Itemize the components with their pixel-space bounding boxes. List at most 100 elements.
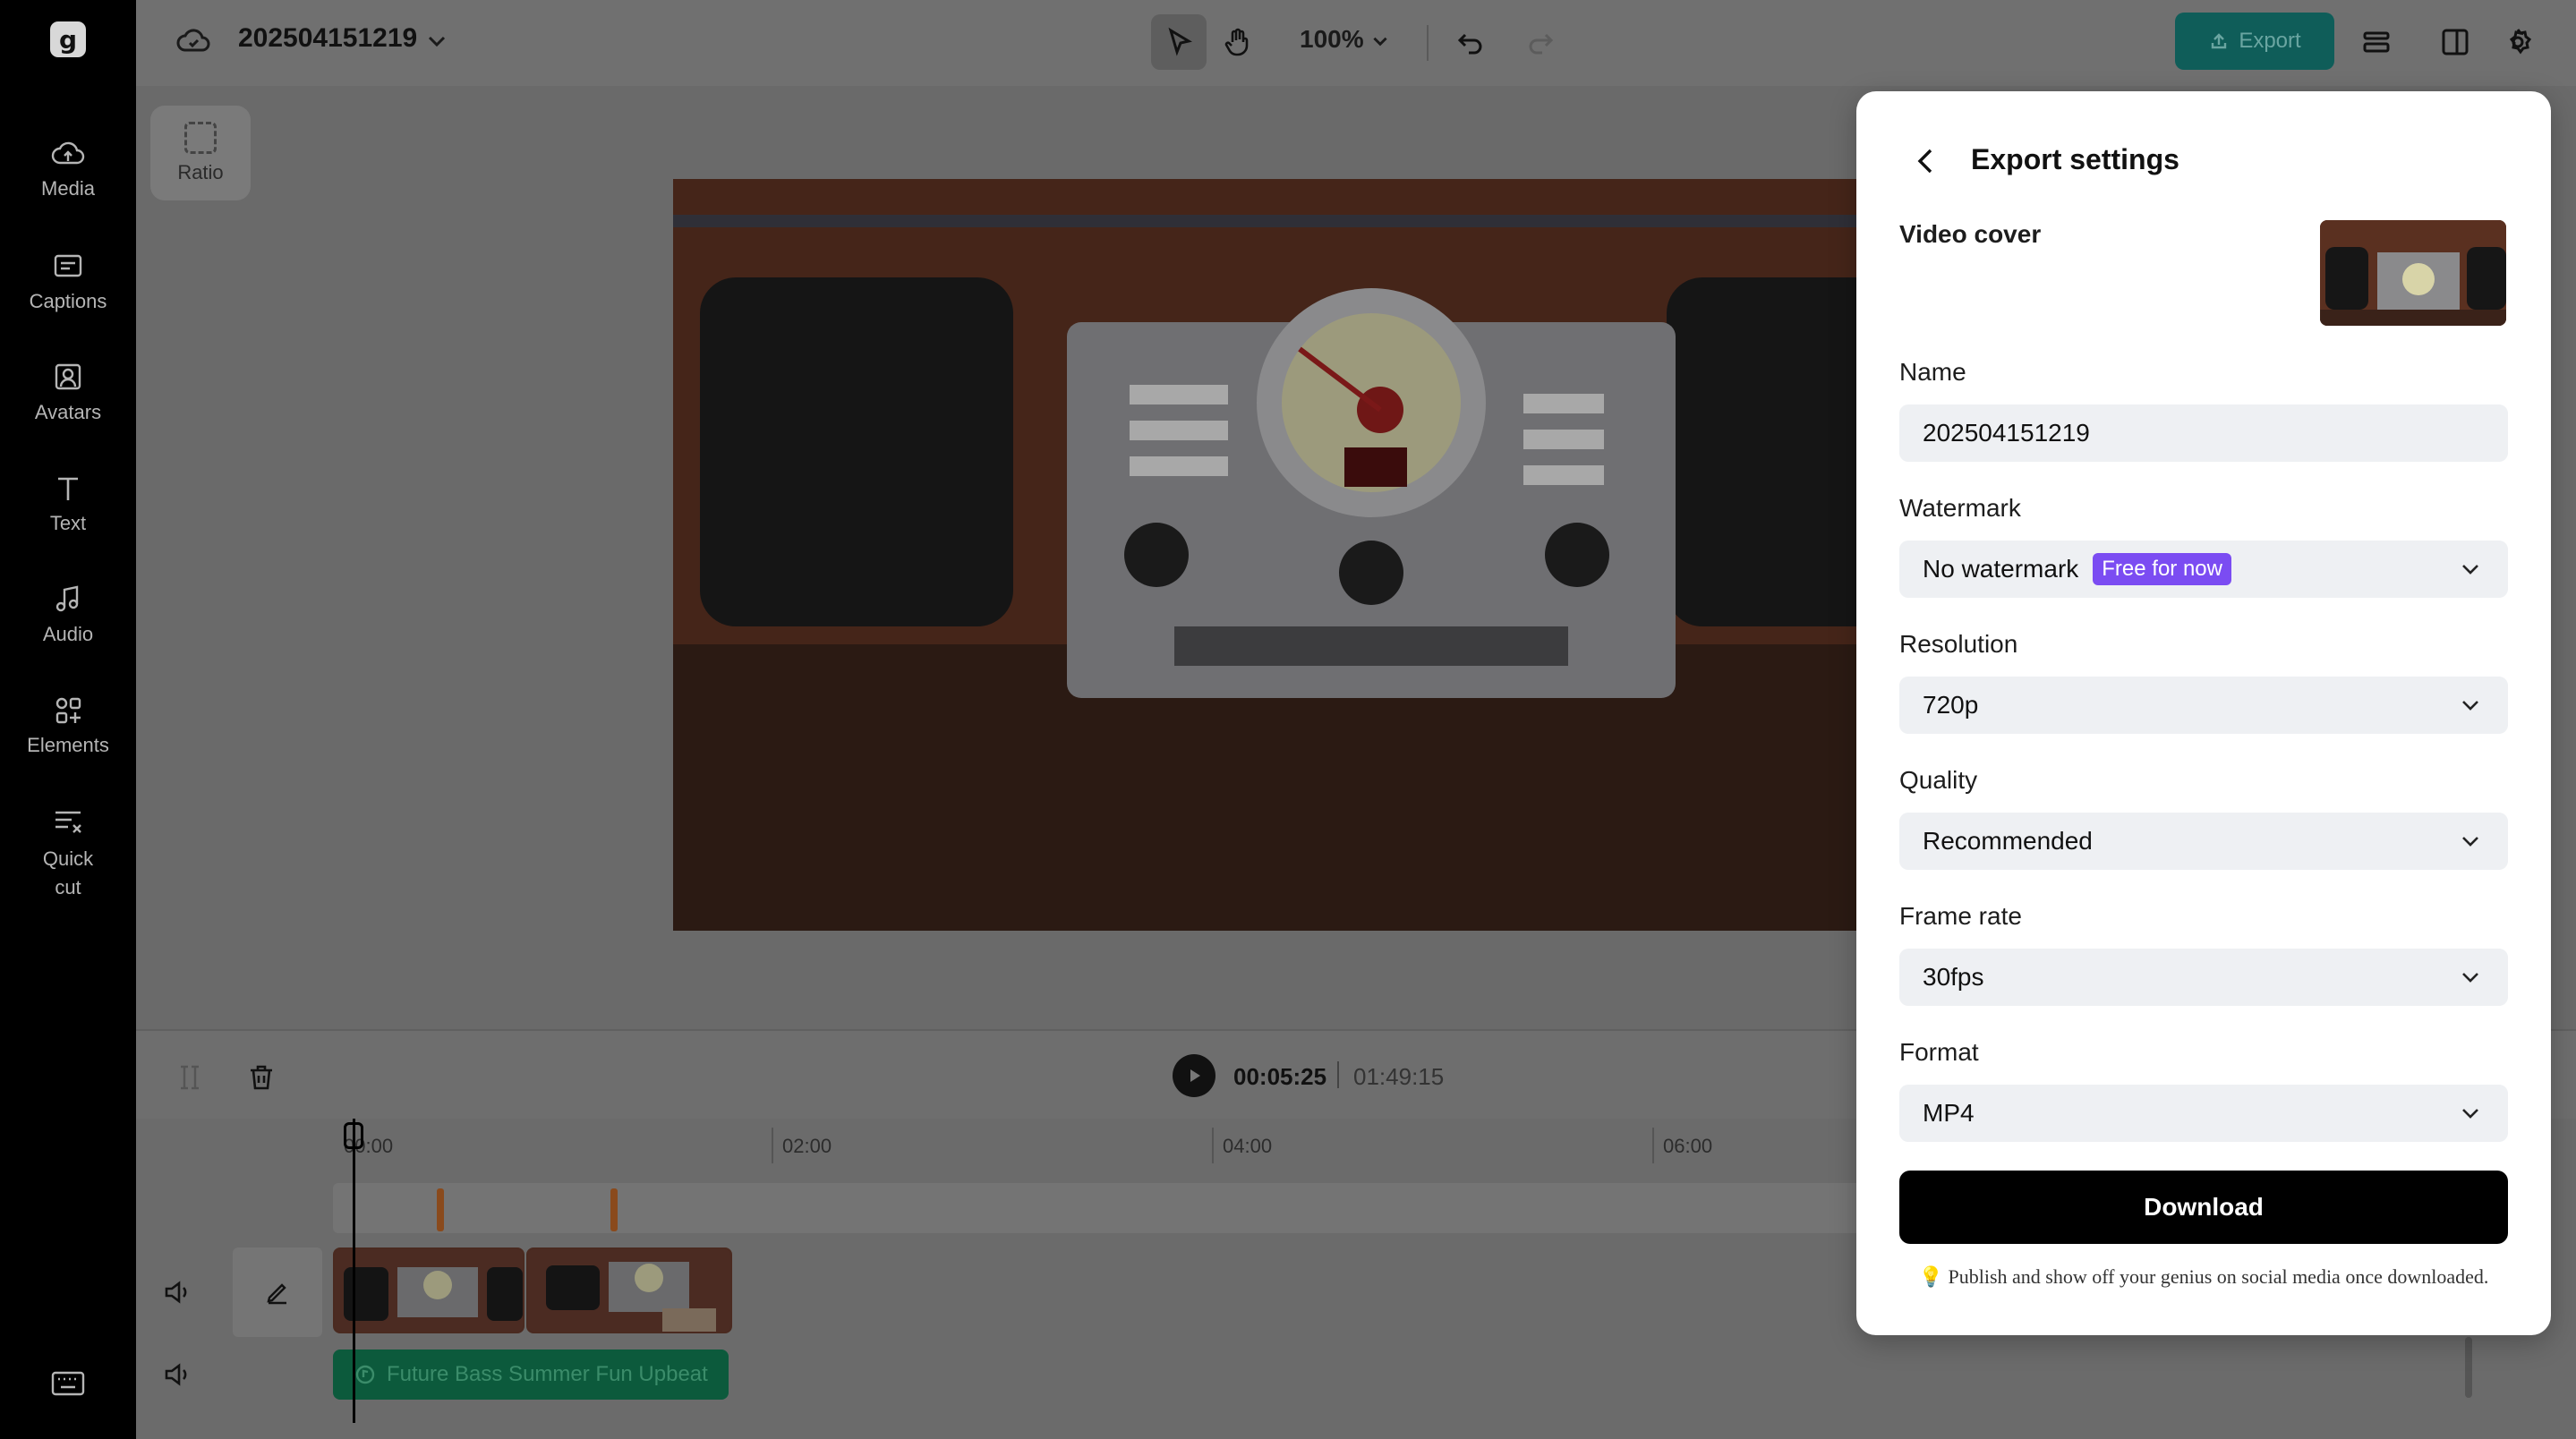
audio-clip[interactable]: Future Bass Summer Fun Upbeat xyxy=(333,1350,729,1400)
sidebar-item-label: Audio xyxy=(42,623,94,645)
panel-title: Export settings xyxy=(1971,143,2179,175)
chevron-down-icon xyxy=(2462,837,2478,847)
select-tool-button[interactable] xyxy=(1151,14,1207,70)
aspect-ratio-icon xyxy=(184,122,217,154)
play-button[interactable] xyxy=(1173,1054,1215,1097)
watermark-value: No watermark xyxy=(1923,555,2079,583)
undo-icon xyxy=(1457,33,1482,55)
cloud-sync-icon[interactable] xyxy=(175,25,211,57)
play-icon xyxy=(1190,1069,1200,1082)
frame-rate-value: 30fps xyxy=(1923,963,1984,991)
name-value: 202504151219 xyxy=(1923,419,2090,447)
music-note-icon xyxy=(355,1365,375,1384)
watermark-label: Watermark xyxy=(1899,494,2021,522)
timeline-marker[interactable] xyxy=(437,1188,444,1231)
left-sidebar: g Media Captions Avatars Text Audio Elem… xyxy=(0,0,136,1439)
chevron-down-icon[interactable] xyxy=(424,29,449,54)
layers-icon xyxy=(2363,31,2390,53)
ruler-tick xyxy=(1212,1128,1214,1163)
gear-icon xyxy=(2509,29,2532,55)
resolution-label: Resolution xyxy=(1899,630,2018,658)
ruler-label: 02:00 xyxy=(782,1135,832,1157)
marker-track[interactable] xyxy=(333,1183,2034,1233)
ruler-label: 04:00 xyxy=(1223,1135,1273,1157)
total-duration: 01:49:15 xyxy=(1353,1063,1445,1090)
download-button[interactable]: Download xyxy=(1899,1171,2508,1244)
sidebar-item-audio[interactable]: Audio xyxy=(0,583,136,646)
sidebar-item-quick-cut[interactable]: Quick cut xyxy=(0,805,136,902)
volume-icon[interactable] xyxy=(161,1358,193,1391)
quality-value: Recommended xyxy=(1923,827,2093,855)
sidebar-item-elements[interactable]: Elements xyxy=(0,694,136,757)
clip-thumbnail xyxy=(335,1249,523,1332)
project-name[interactable]: 202504151219 xyxy=(238,23,417,54)
format-value: MP4 xyxy=(1923,1099,1975,1127)
elements-icon xyxy=(50,694,86,727)
audio-clip-label: Future Bass Summer Fun Upbeat xyxy=(387,1362,708,1386)
timeline-marker[interactable] xyxy=(610,1188,618,1231)
playhead[interactable] xyxy=(353,1119,355,1423)
playhead-handle[interactable] xyxy=(344,1122,363,1149)
video-clip[interactable] xyxy=(526,1247,732,1333)
sidebar-item-label: Text xyxy=(49,512,87,534)
sidebar-item-captions[interactable]: Captions xyxy=(0,251,136,313)
sidebar-item-label: Captions xyxy=(29,290,107,312)
frame-rate-select[interactable]: 30fps xyxy=(1899,949,2508,1006)
quality-select[interactable]: Recommended xyxy=(1899,813,2508,870)
video-frame xyxy=(673,179,1872,931)
export-label: Export xyxy=(2239,29,2301,53)
sidebar-item-label: Quick cut xyxy=(42,847,94,898)
captions-icon xyxy=(50,251,86,283)
text-icon xyxy=(50,473,86,505)
hand-tool-button[interactable] xyxy=(1210,14,1266,70)
format-select[interactable]: MP4 xyxy=(1899,1085,2508,1142)
layers-button[interactable] xyxy=(2349,14,2404,70)
zoom-level[interactable]: 100% xyxy=(1300,25,1390,54)
chevron-down-icon xyxy=(2462,565,2478,575)
back-arrow-icon[interactable] xyxy=(1908,143,1944,179)
ruler-tick xyxy=(1652,1128,1654,1163)
volume-icon[interactable] xyxy=(161,1276,193,1308)
edit-track-button[interactable] xyxy=(233,1247,322,1337)
hand-icon xyxy=(1224,28,1249,56)
quality-label: Quality xyxy=(1899,766,1978,794)
chevron-down-icon xyxy=(2462,1109,2478,1119)
video-preview[interactable] xyxy=(673,179,1872,931)
ruler-tick xyxy=(772,1128,773,1163)
app-logo[interactable]: g xyxy=(50,21,86,57)
ratio-label: Ratio xyxy=(177,161,224,183)
sidebar-item-text[interactable]: Text xyxy=(0,473,136,535)
chevron-down-icon xyxy=(1373,37,1388,46)
video-cover-label: Video cover xyxy=(1899,220,2042,248)
avatar-icon xyxy=(50,362,86,394)
frame-rate-label: Frame rate xyxy=(1899,902,2022,930)
timeline-scrollbar[interactable] xyxy=(2465,1337,2472,1398)
upload-icon xyxy=(2212,33,2227,49)
split-panel-icon xyxy=(2442,29,2469,55)
sidebar-item-media[interactable]: Media xyxy=(0,138,136,200)
quick-cut-icon xyxy=(50,805,86,838)
redo-button[interactable] xyxy=(1513,14,1568,70)
keyboard-icon[interactable] xyxy=(50,1369,86,1398)
top-toolbar: 202504151219 100% Export xyxy=(136,0,2576,86)
sidebar-item-avatars[interactable]: Avatars xyxy=(0,362,136,424)
current-time: 00:05:25 xyxy=(1233,1063,1327,1090)
resolution-select[interactable]: 720p xyxy=(1899,677,2508,734)
panel-toggle-button[interactable] xyxy=(2427,14,2483,70)
chevron-down-icon xyxy=(2462,701,2478,711)
sidebar-item-label: Elements xyxy=(27,734,109,756)
split-icon[interactable] xyxy=(175,1063,204,1092)
toolbar-divider xyxy=(1427,25,1429,61)
video-clip[interactable] xyxy=(333,1247,525,1333)
video-cover-thumbnail[interactable] xyxy=(2320,220,2506,326)
ratio-button[interactable]: Ratio xyxy=(150,106,251,200)
settings-button[interactable] xyxy=(2490,14,2546,70)
redo-icon xyxy=(1529,33,1554,55)
watermark-select[interactable]: No watermark Free for now xyxy=(1899,541,2508,598)
zoom-value: 100% xyxy=(1300,25,1364,53)
export-button[interactable]: Export xyxy=(2175,13,2334,70)
undo-button[interactable] xyxy=(1443,14,1498,70)
chevron-down-icon xyxy=(2462,973,2478,983)
name-input[interactable]: 202504151219 xyxy=(1899,404,2508,462)
trash-icon[interactable] xyxy=(245,1061,277,1094)
